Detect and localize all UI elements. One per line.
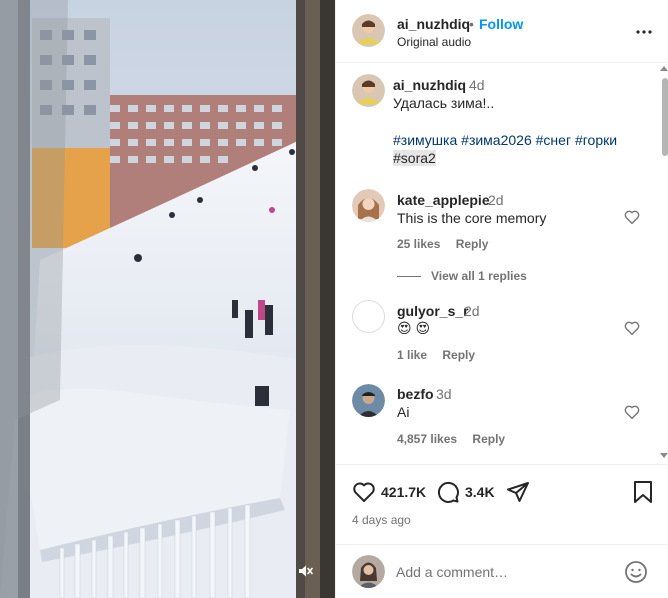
replies-divider-line [397, 275, 421, 277]
caption-avatar-image [352, 74, 385, 107]
more-options-button[interactable] [633, 22, 655, 42]
hashtag-link[interactable]: #горки [575, 132, 617, 148]
comment-button[interactable]: 3.4K [436, 480, 495, 504]
paper-plane-icon [507, 482, 529, 502]
share-button[interactable] [506, 480, 530, 504]
author-avatar[interactable] [352, 14, 385, 47]
add-comment-bar [336, 544, 668, 598]
view-replies-label: View all 1 replies [431, 269, 527, 283]
comments-list[interactable]: ai_nuzhdiq 4d Удалась зима!.. #зимушка #… [336, 64, 668, 464]
comment-meta: 25 likes Reply [397, 237, 488, 251]
view-replies-link[interactable]: View all 1 replies [397, 269, 527, 283]
comment-username[interactable]: gulyor_s_r [397, 303, 469, 319]
comment-meta: 4,857 likes Reply [397, 432, 505, 446]
commenter-avatar-image [352, 189, 385, 222]
follow-button[interactable]: Follow [479, 16, 523, 32]
comment-text: This is the core memory [397, 210, 547, 226]
commenter-avatar[interactable] [352, 189, 385, 222]
mute-toggle-button[interactable] [297, 563, 321, 587]
scroll-down-arrow-icon[interactable] [660, 453, 668, 458]
save-button[interactable] [632, 480, 654, 504]
caption-hashtags: #зимушка #зима2026 #снег #горки #sora2 [393, 131, 643, 167]
emoji-smiley-icon[interactable] [624, 560, 648, 584]
comment-text: Ai [397, 404, 410, 420]
more-options-icon [636, 30, 652, 34]
current-user-avatar [352, 555, 385, 588]
comment-like-heart-icon[interactable] [623, 208, 641, 226]
post-video[interactable] [0, 0, 335, 598]
comment-likes-count[interactable]: 4,857 likes [397, 432, 457, 446]
post-details-panel: ai_nuzhdiq • Follow Original audio ai_nu… [335, 0, 668, 598]
post-actions-bar: 421.7K 3.4K 4 days ago [336, 464, 668, 544]
bookmark-icon [634, 481, 652, 503]
likes-count[interactable]: 421.7K [381, 484, 426, 500]
video-frame-illustration [0, 0, 335, 598]
comment-likes-count[interactable]: 1 like [397, 348, 427, 362]
post-header: ai_nuzhdiq • Follow Original audio [336, 0, 668, 63]
author-username[interactable]: ai_nuzhdiq [397, 16, 470, 32]
caption-username[interactable]: ai_nuzhdiq [393, 77, 466, 93]
add-comment-input[interactable] [396, 562, 616, 582]
commenter-avatar[interactable] [352, 300, 385, 333]
comment-reply-button[interactable]: Reply [442, 348, 475, 362]
audio-label[interactable]: Original audio [397, 35, 471, 49]
comment-time: 3d [436, 386, 452, 402]
comment-reply-button[interactable]: Reply [456, 237, 489, 251]
header-separator: • [469, 16, 474, 32]
comment-like-heart-icon[interactable] [623, 319, 641, 337]
comment-meta: 1 like Reply [397, 348, 475, 362]
author-avatar-image [352, 14, 385, 47]
scroll-up-arrow-icon[interactable] [660, 66, 668, 71]
heart-icon [353, 482, 375, 502]
hashtag-link[interactable]: #снег [536, 132, 571, 148]
caption-time: 4d [469, 77, 485, 93]
comment-likes-count[interactable]: 25 likes [397, 237, 440, 251]
muted-speaker-icon [299, 565, 313, 577]
hashtag-link[interactable]: #зима2026 [461, 132, 532, 148]
current-user-avatar-image [352, 555, 385, 588]
comment-text: 😍 😍 [397, 320, 431, 336]
hashtag-link-highlighted[interactable]: #sora2 [393, 150, 436, 166]
comment-time: 2d [488, 192, 504, 208]
post-date[interactable]: 4 days ago [352, 513, 411, 527]
comments-count[interactable]: 3.4K [465, 484, 495, 500]
scrollbar-thumb[interactable] [662, 78, 668, 156]
caption-author-avatar[interactable] [352, 74, 385, 107]
comment-time: 2d [464, 303, 480, 319]
commenter-avatar[interactable] [352, 384, 385, 417]
comment-bubble-icon [437, 481, 459, 503]
caption-text: Удалась зима!.. [393, 95, 495, 111]
comment-username[interactable]: bezfo [397, 386, 434, 402]
comment-reply-button[interactable]: Reply [472, 432, 505, 446]
comment-like-heart-icon[interactable] [623, 403, 641, 421]
comment-username[interactable]: kate_applepie [397, 192, 490, 208]
hashtag-link[interactable]: #зимушка [393, 132, 457, 148]
like-button[interactable]: 421.7K [352, 480, 426, 504]
comments-scrollbar[interactable] [659, 64, 668, 464]
commenter-avatar-image [352, 384, 385, 417]
